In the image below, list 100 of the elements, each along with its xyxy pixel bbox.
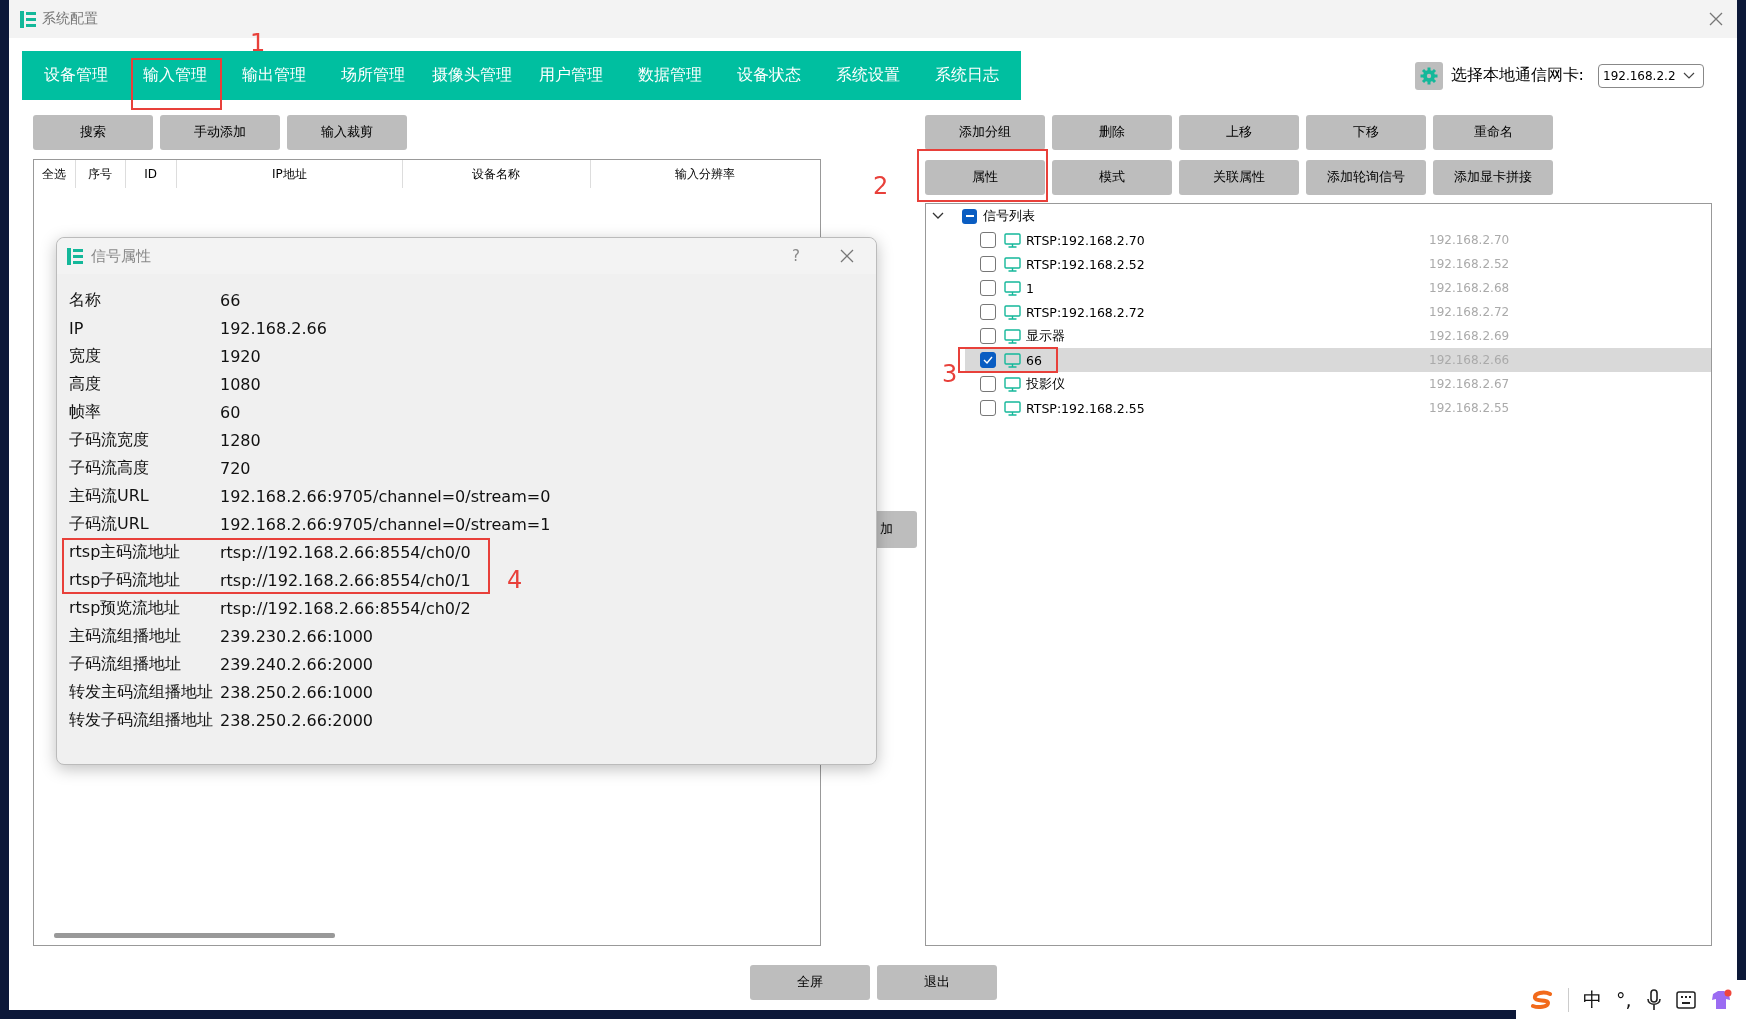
property-label: 帧率 <box>69 401 102 423</box>
property-value: rtsp://192.168.2.66:8554/ch0/1 <box>220 570 471 590</box>
button[interactable]: 添加轮询信号 <box>1306 160 1426 195</box>
ime-button[interactable]: °, <box>1616 988 1632 1011</box>
tree-item[interactable]: RTSP:192.168.2.52 192.168.2.52 <box>965 252 1711 276</box>
property-label: rtsp子码流地址 <box>69 569 182 591</box>
network-card-dropdown[interactable]: 192.168.2.2 <box>1598 63 1704 88</box>
property-label: 名称 <box>69 289 102 311</box>
monitor-icon <box>1004 256 1021 272</box>
property-label: 子码流组播地址 <box>69 653 182 675</box>
property-label: 子码流URL <box>69 513 150 535</box>
checkbox[interactable] <box>980 304 996 320</box>
settings-button[interactable] <box>1414 61 1443 90</box>
button[interactable]: 上移 <box>1179 115 1299 150</box>
item-name: 1 <box>1026 280 1034 296</box>
tree-item[interactable]: RTSP:192.168.2.72 192.168.2.72 <box>965 300 1711 324</box>
button[interactable]: 搜索 <box>33 115 153 150</box>
keyboard-icon[interactable] <box>1675 990 1696 1009</box>
button[interactable]: 输入裁剪 <box>287 115 407 150</box>
button[interactable]: 关联属性 <box>1179 160 1299 195</box>
scrollbar-thumb[interactable] <box>54 933 335 938</box>
checkbox[interactable] <box>980 352 996 368</box>
field-label: 选择本地通信网卡: <box>1450 65 1584 86</box>
checkbox[interactable] <box>980 232 996 248</box>
property-value: 1280 <box>220 430 261 450</box>
button[interactable]: 重命名 <box>1433 115 1553 150</box>
checkbox[interactable] <box>980 376 996 392</box>
property-value: 60 <box>220 402 241 422</box>
column-header[interactable]: 序号 <box>75 160 126 188</box>
property-label: IP <box>69 318 85 338</box>
property-label: 子码流高度 <box>69 457 150 479</box>
property-value: 238.250.2.66:2000 <box>220 710 373 730</box>
tree-item[interactable]: 投影仪 192.168.2.67 <box>965 372 1711 396</box>
checkbox[interactable] <box>980 328 996 344</box>
column-header[interactable]: ID <box>125 160 177 188</box>
property-value: 239.240.2.66:2000 <box>220 654 373 674</box>
column-header[interactable]: 设备名称 <box>403 160 591 188</box>
column-header[interactable]: 输入分辨率 <box>590 160 820 188</box>
monitor-icon <box>1004 304 1021 320</box>
property-label: 主码流组播地址 <box>69 625 182 647</box>
gear-icon <box>1419 66 1438 85</box>
button[interactable]: 手动添加 <box>160 115 280 150</box>
annotation-number: 4 <box>507 568 523 592</box>
close-icon[interactable] <box>840 249 854 263</box>
property-value: 239.230.2.66:1000 <box>220 626 373 646</box>
button[interactable]: 全屏 <box>749 965 870 1000</box>
property-value: rtsp://192.168.2.66:8554/ch0/2 <box>220 598 471 618</box>
app-icon <box>20 10 36 28</box>
property-value: rtsp://192.168.2.66:8554/ch0/0 <box>220 542 471 562</box>
button[interactable]: 模式 <box>1052 160 1172 195</box>
monitor-icon <box>1004 400 1021 416</box>
annotation-number: 3 <box>942 362 958 386</box>
ime-logo-icon[interactable] <box>1530 989 1554 1010</box>
tree-item[interactable]: RTSP:192.168.2.70 192.168.2.70 <box>965 228 1711 252</box>
property-value: 1080 <box>220 374 261 394</box>
check-icon <box>983 356 993 364</box>
column-header[interactable]: IP地址 <box>176 160 404 188</box>
item-name: RTSP:192.168.2.55 <box>1026 400 1145 416</box>
item-ip: 192.168.2.69 <box>1429 329 1510 343</box>
tree-item[interactable]: RTSP:192.168.2.55 192.168.2.55 <box>965 396 1711 420</box>
shirt-icon[interactable] <box>1709 988 1732 1011</box>
tree-group-label[interactable]: 信号列表 <box>983 207 1035 225</box>
annotation-number: 2 <box>873 174 889 198</box>
monitor-icon <box>1004 352 1021 368</box>
property-label: 高度 <box>69 373 102 395</box>
column-header[interactable]: 全选 <box>34 160 76 188</box>
checkbox[interactable] <box>980 280 996 296</box>
item-name: RTSP:192.168.2.72 <box>1026 304 1145 320</box>
item-name: RTSP:192.168.2.70 <box>1026 232 1145 248</box>
monitor-icon <box>1004 280 1021 296</box>
property-value: 66 <box>220 290 241 310</box>
item-ip: 192.168.2.72 <box>1429 305 1510 319</box>
tree-item[interactable]: 1 192.168.2.68 <box>965 276 1711 300</box>
button[interactable]: 添加分组 <box>925 115 1045 150</box>
checkbox[interactable] <box>962 208 977 224</box>
item-ip: 192.168.2.55 <box>1429 401 1510 415</box>
item-ip: 192.168.2.67 <box>1429 377 1510 391</box>
button[interactable]: 退出 <box>876 965 997 1000</box>
microphone-icon[interactable] <box>1645 988 1662 1011</box>
button[interactable]: 下移 <box>1306 115 1426 150</box>
window-title: 系统配置 <box>42 10 98 28</box>
button[interactable]: 属性 <box>925 160 1045 195</box>
item-ip: 192.168.2.68 <box>1429 281 1510 295</box>
button[interactable]: 添加显卡拼接 <box>1433 160 1553 195</box>
dialog-title: 信号属性 <box>91 246 151 266</box>
monitor-icon <box>1004 376 1021 392</box>
monitor-icon <box>1004 232 1021 248</box>
close-icon[interactable] <box>1709 12 1723 26</box>
ime-button[interactable]: 中 <box>1583 986 1602 1013</box>
property-label: 子码流宽度 <box>69 429 150 451</box>
property-label: rtsp主码流地址 <box>69 541 182 563</box>
checkbox[interactable] <box>980 256 996 272</box>
tree-item[interactable]: 显示器 192.168.2.69 <box>965 324 1711 348</box>
property-value: 1920 <box>220 346 261 366</box>
item-ip: 192.168.2.70 <box>1429 233 1510 247</box>
button[interactable]: 删除 <box>1052 115 1172 150</box>
app-icon <box>67 247 83 265</box>
checkbox[interactable] <box>980 400 996 416</box>
property-value: 192.168.2.66:9705/channel=0/stream=1 <box>220 514 551 534</box>
item-name: RTSP:192.168.2.52 <box>1026 256 1145 272</box>
